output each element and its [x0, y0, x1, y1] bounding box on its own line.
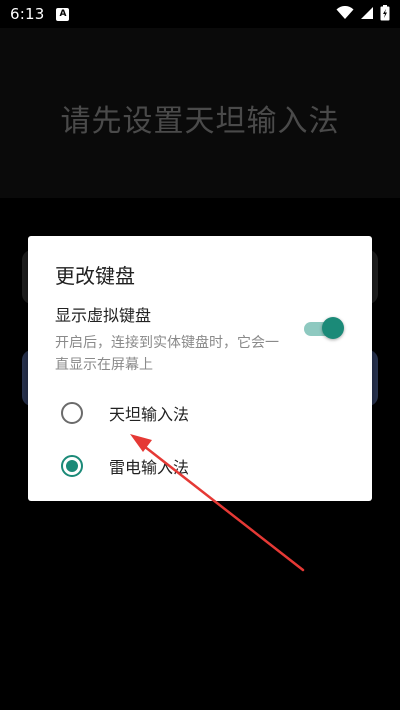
- change-keyboard-dialog: 更改键盘 显示虚拟键盘 开启后，连接到实体键盘时，它会一直显示在屏幕上 天坦输入…: [28, 236, 372, 501]
- status-notification-a-icon: A: [56, 7, 70, 21]
- signal-icon: [361, 7, 373, 19]
- keyboard-option-leidian[interactable]: 雷电输入法: [28, 442, 372, 490]
- dialog-title: 更改键盘: [55, 264, 135, 288]
- background-title: 请先设置天坦输入法: [60, 104, 340, 139]
- status-icons: [336, 5, 390, 21]
- show-virtual-keyboard-setting[interactable]: 显示虚拟键盘 开启后，连接到实体键盘时，它会一直显示在屏幕上: [55, 302, 355, 376]
- show-virtual-keyboard-switch[interactable]: [304, 317, 344, 339]
- wifi-icon: [336, 6, 354, 19]
- show-virtual-keyboard-description: 开启后，连接到实体键盘时，它会一直显示在屏幕上: [55, 335, 279, 373]
- radio-button-unchecked[interactable]: [61, 402, 83, 424]
- status-time: 6:13: [10, 5, 45, 23]
- radio-button-checked[interactable]: [61, 455, 83, 477]
- keyboard-option-tiantan[interactable]: 天坦输入法: [28, 389, 372, 437]
- keyboard-option-label: 雷电输入法: [109, 458, 190, 477]
- keyboard-option-label: 天坦输入法: [109, 405, 190, 424]
- battery-icon: [380, 5, 390, 21]
- switch-knob: [322, 317, 344, 339]
- status-bar: 6:13 A: [0, 0, 400, 28]
- radio-dot: [66, 460, 78, 472]
